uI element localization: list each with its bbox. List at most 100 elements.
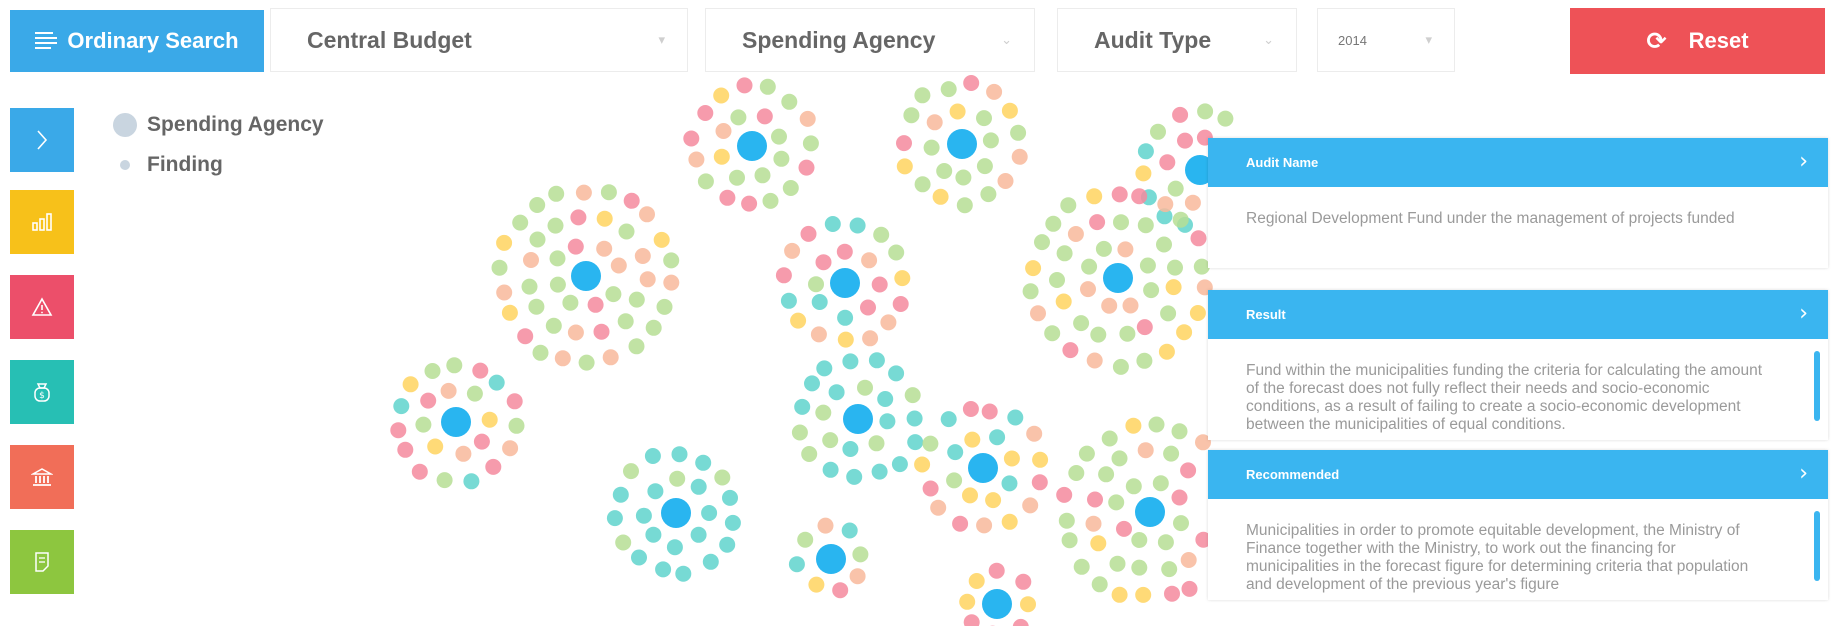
result-header[interactable]: Result › bbox=[1208, 290, 1828, 339]
finding-node[interactable] bbox=[947, 444, 964, 461]
finding-node[interactable] bbox=[842, 353, 859, 370]
finding-node[interactable] bbox=[861, 252, 878, 269]
finding-node[interactable] bbox=[880, 314, 897, 331]
finding-node[interactable] bbox=[946, 472, 963, 489]
finding-node[interactable] bbox=[857, 379, 873, 396]
finding-node[interactable] bbox=[656, 298, 673, 315]
finding-node[interactable] bbox=[968, 573, 985, 589]
finding-node[interactable] bbox=[871, 276, 888, 293]
finding-node[interactable] bbox=[914, 176, 931, 193]
finding-node[interactable] bbox=[1181, 580, 1198, 597]
finding-node[interactable] bbox=[976, 517, 993, 534]
finding-node[interactable] bbox=[663, 274, 680, 291]
finding-node[interactable] bbox=[666, 539, 683, 556]
finding-node[interactable] bbox=[808, 576, 825, 593]
spending-agency-node[interactable] bbox=[571, 261, 601, 291]
finding-node[interactable] bbox=[989, 429, 1006, 446]
finding-node[interactable] bbox=[868, 352, 885, 369]
finding-node[interactable] bbox=[605, 286, 622, 303]
finding-node[interactable] bbox=[675, 565, 692, 582]
finding-node[interactable] bbox=[1125, 417, 1142, 434]
finding-node[interactable] bbox=[1125, 478, 1142, 495]
finding-node[interactable] bbox=[868, 435, 885, 452]
finding-node[interactable] bbox=[940, 411, 957, 428]
finding-node[interactable] bbox=[562, 294, 579, 311]
finding-node[interactable] bbox=[980, 186, 997, 203]
finding-node[interactable] bbox=[1056, 486, 1073, 503]
finding-node[interactable] bbox=[782, 180, 799, 196]
finding-node[interactable] bbox=[1172, 211, 1189, 228]
finding-node[interactable] bbox=[1143, 282, 1160, 299]
finding-node[interactable] bbox=[801, 446, 818, 462]
finding-node[interactable] bbox=[956, 197, 973, 214]
audit-name-header[interactable]: Audit Name › bbox=[1208, 138, 1828, 187]
finding-node[interactable] bbox=[724, 514, 741, 531]
finding-node[interactable] bbox=[879, 413, 896, 430]
finding-node[interactable] bbox=[1095, 240, 1112, 257]
finding-node[interactable] bbox=[982, 132, 999, 149]
finding-node[interactable] bbox=[771, 128, 787, 145]
finding-node[interactable] bbox=[824, 216, 841, 232]
finding-node[interactable] bbox=[415, 416, 432, 433]
finding-node[interactable] bbox=[402, 376, 419, 393]
finding-node[interactable] bbox=[797, 531, 814, 548]
finding-node[interactable] bbox=[701, 505, 718, 521]
finding-node[interactable] bbox=[781, 93, 798, 110]
finding-node[interactable] bbox=[842, 441, 859, 457]
finding-node[interactable] bbox=[1131, 188, 1148, 205]
finding-node[interactable] bbox=[794, 398, 811, 415]
finding-node[interactable] bbox=[773, 150, 790, 167]
finding-node[interactable] bbox=[1217, 110, 1234, 127]
finding-node[interactable] bbox=[690, 478, 707, 495]
finding-node[interactable] bbox=[790, 312, 807, 329]
finding-node[interactable] bbox=[1101, 430, 1118, 447]
finding-node[interactable] bbox=[932, 188, 949, 205]
finding-node[interactable] bbox=[1061, 532, 1078, 549]
finding-node[interactable] bbox=[1056, 245, 1073, 262]
finding-node[interactable] bbox=[1165, 279, 1182, 296]
finding-node[interactable] bbox=[1137, 217, 1154, 234]
finding-node[interactable] bbox=[463, 473, 480, 490]
finding-node[interactable] bbox=[1078, 445, 1095, 462]
finding-node[interactable] bbox=[986, 83, 1003, 100]
finding-node[interactable] bbox=[606, 510, 623, 527]
finding-node[interactable] bbox=[959, 593, 976, 610]
finding-node[interactable] bbox=[610, 257, 627, 274]
finding-node[interactable] bbox=[892, 296, 909, 312]
finding-node[interactable] bbox=[596, 240, 613, 257]
finding-node[interactable] bbox=[617, 313, 634, 330]
finding-node[interactable] bbox=[548, 185, 565, 202]
finding-node[interactable] bbox=[849, 568, 866, 585]
finding-node[interactable] bbox=[791, 424, 808, 441]
finding-node[interactable] bbox=[1171, 423, 1188, 440]
finding-node[interactable] bbox=[1098, 466, 1115, 483]
finding-node[interactable] bbox=[815, 404, 832, 421]
finding-node[interactable] bbox=[846, 468, 863, 485]
finding-node[interactable] bbox=[523, 252, 539, 268]
finding-node[interactable] bbox=[587, 296, 604, 313]
finding-node[interactable] bbox=[1032, 451, 1049, 468]
finding-node[interactable] bbox=[736, 77, 753, 94]
finding-node[interactable] bbox=[639, 206, 655, 223]
finding-node[interactable] bbox=[836, 243, 853, 260]
finding-node[interactable] bbox=[981, 403, 998, 420]
finding-node[interactable] bbox=[1090, 326, 1107, 343]
finding-node[interactable] bbox=[502, 440, 519, 457]
finding-node[interactable] bbox=[690, 526, 707, 543]
finding-node[interactable] bbox=[1189, 305, 1206, 321]
finding-node[interactable] bbox=[926, 114, 943, 131]
finding-node[interactable] bbox=[852, 546, 869, 563]
finding-node[interactable] bbox=[644, 448, 661, 464]
finding-node[interactable] bbox=[1062, 342, 1079, 359]
finding-node[interactable] bbox=[1139, 257, 1156, 274]
finding-node[interactable] bbox=[914, 87, 931, 104]
finding-node[interactable] bbox=[849, 217, 866, 234]
finding-node[interactable] bbox=[1020, 596, 1036, 613]
finding-node[interactable] bbox=[784, 242, 801, 259]
finding-node[interactable] bbox=[1160, 305, 1177, 322]
finding-node[interactable] bbox=[811, 294, 828, 310]
finding-node[interactable] bbox=[741, 195, 758, 212]
finding-node[interactable] bbox=[1190, 230, 1207, 247]
finding-node[interactable] bbox=[962, 401, 979, 417]
finding-node[interactable] bbox=[612, 486, 629, 503]
